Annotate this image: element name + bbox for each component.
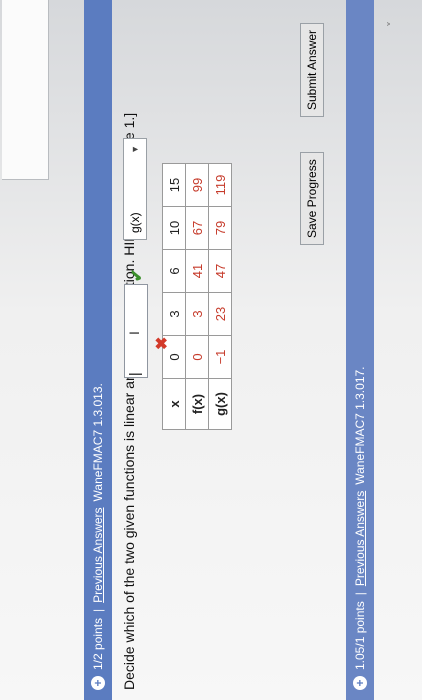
table-cell: 15 (162, 163, 186, 207)
table-cell: 119 (208, 163, 232, 207)
points-text-2: 1.05/1 points (353, 601, 367, 670)
problem-code-2: WaneFMAC7 1.3.017. (353, 366, 367, 485)
header-separator: | (91, 608, 105, 612)
table-cell: −1 (208, 335, 232, 379)
header-bar: + 1/2 points | Previous Answers WaneFMAC… (84, 0, 112, 700)
header-bar-2: + 1.05/1 points | Previous Answers WaneF… (346, 0, 374, 700)
submit-label: Submit Answer (305, 29, 319, 110)
table-row: x 0 3 6 10 15 (162, 163, 186, 430)
chevron-down-icon: ▼ (130, 145, 140, 154)
row-label: g(x) (208, 378, 232, 430)
table-cell: 3 (185, 292, 209, 336)
table-row: f(x) 0 3 41 67 99 (185, 163, 209, 430)
text-cursor-icon: I (126, 331, 142, 335)
check-icon: ✔ (129, 268, 146, 282)
problem-code: WaneFMAC7 1.3.013. (91, 383, 105, 502)
table-cell: 0 (185, 335, 209, 379)
table-cell: 23 (208, 292, 232, 336)
input-caret: | (126, 372, 142, 376)
save-label: Save Progress (305, 159, 319, 238)
x-icon: ✖ (154, 336, 171, 350)
previous-answers-link[interactable]: Previous Answers (91, 507, 105, 602)
save-progress-button[interactable]: Save Progress (300, 152, 324, 245)
question-header: + 1/2 points | Previous Answers WaneFMAC… (84, 0, 112, 700)
plus-circle-icon[interactable]: + (353, 676, 367, 690)
row-label: f(x) (185, 378, 209, 430)
previous-answers-link-2[interactable]: Previous Answers (353, 491, 367, 586)
table-cell: 10 (162, 206, 186, 250)
submit-answer-button[interactable]: Submit Answer (300, 22, 324, 117)
values-table: x 0 3 6 10 15 f(x) 0 3 41 67 99 g(x) −1 … (162, 163, 232, 430)
table-row: g(x) −1 23 47 79 119 (208, 163, 232, 430)
question-header-2: + 1.05/1 points | Previous Answers WaneF… (346, 0, 374, 700)
top-frame-box (2, 0, 49, 180)
caret-down-icon: ˅ (386, 21, 400, 27)
table-cell: 3 (162, 292, 186, 336)
header-separator-2: | (353, 592, 367, 596)
values-table-wrap: x 0 3 6 10 15 f(x) 0 3 41 67 99 g(x) −1 … (150, 0, 260, 700)
points-text: 1/2 points (91, 617, 105, 670)
table-cell: 47 (208, 249, 232, 293)
plus-circle-icon[interactable]: + (91, 676, 105, 690)
table-cell: 79 (208, 206, 232, 250)
function-select[interactable]: g(x) ▼ (123, 138, 147, 240)
rotated-page: ˅ + 1/2 points | Previous Answers WaneFM… (0, 0, 422, 700)
select-value: g(x) (128, 212, 142, 233)
table-cell: 41 (185, 249, 209, 293)
table-cell: 6 (162, 249, 186, 293)
row-label: x (162, 378, 186, 430)
table-cell: 99 (185, 163, 209, 207)
table-cell: 67 (185, 206, 209, 250)
